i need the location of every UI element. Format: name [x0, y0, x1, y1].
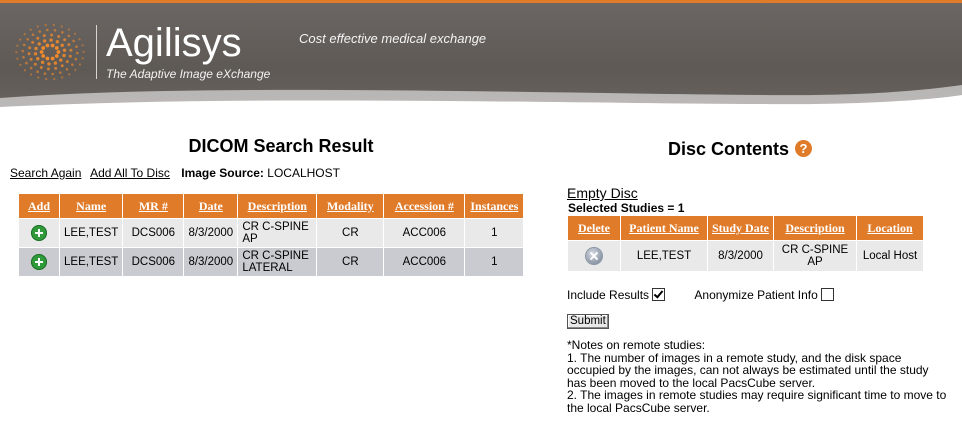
cell-date: 8/3/2000 — [184, 248, 238, 276]
cell-disc-description: CR C-SPINE AP — [774, 241, 857, 271]
logo-separator — [96, 25, 97, 79]
add-cell — [19, 248, 59, 276]
cell-description: CR C-SPINE LATERAL — [238, 248, 317, 276]
anonymize-label: Anonymize Patient Info — [694, 287, 818, 302]
add-icon[interactable] — [31, 254, 47, 270]
cell-description: CR C-SPINE AP — [238, 219, 317, 247]
image-source-label: Image Source: — [181, 166, 264, 180]
agilisys-logo-icon — [15, 23, 85, 81]
column-header-disc-description[interactable]: Description — [774, 216, 857, 240]
delete-icon[interactable] — [586, 248, 602, 264]
notes-heading: *Notes on remote studies: — [567, 338, 706, 352]
search-results-table: Add Name MR # Date Description Modality … — [18, 193, 525, 277]
cell-accession: ACC006 — [384, 219, 465, 247]
disc-contents-table: Delete Patient Name Study Date Descripti… — [567, 215, 925, 272]
cell-instances: 1 — [465, 248, 524, 276]
cell-name: LEE,TEST — [60, 219, 123, 247]
table-row: LEE,TEST DCS006 8/3/2000 CR C-SPINE AP C… — [19, 219, 524, 247]
anonymize-checkbox[interactable] — [820, 287, 834, 301]
include-results-option: Include Results — [567, 287, 666, 302]
cell-modality: CR — [317, 219, 384, 247]
header-slogan: Cost effective medical exchange — [299, 31, 487, 46]
cell-modality: CR — [317, 248, 384, 276]
column-header-date[interactable]: Date — [184, 194, 238, 218]
column-header-study-date[interactable]: Study Date — [708, 216, 774, 240]
cell-instances: 1 — [465, 219, 524, 247]
help-icon[interactable]: ? — [795, 140, 812, 157]
column-header-accession[interactable]: Accession # — [384, 194, 465, 218]
empty-disc-link[interactable]: Empty Disc — [567, 185, 638, 201]
column-header-instances[interactable]: Instances — [465, 194, 524, 218]
cell-location: Local Host — [857, 241, 924, 271]
add-all-to-disc-link[interactable]: Add All To Disc — [90, 166, 170, 180]
add-icon[interactable] — [31, 225, 47, 241]
search-again-link[interactable]: Search Again — [10, 166, 81, 180]
delete-cell — [568, 241, 620, 271]
search-result-title: DICOM Search Result — [188, 136, 374, 156]
anonymize-option: Anonymize Patient Info — [694, 287, 834, 302]
include-results-label: Include Results — [567, 287, 650, 302]
column-header-mr[interactable]: MR # — [123, 194, 184, 218]
cell-name: LEE,TEST — [60, 248, 123, 276]
column-header-modality[interactable]: Modality — [317, 194, 384, 218]
brand-tagline: The Adaptive Image eXchange — [106, 67, 271, 81]
header-banner: Agilisys The Adaptive Image eXchange Cos… — [0, 3, 962, 115]
cell-patient-name: LEE,TEST — [621, 241, 707, 271]
column-header-location[interactable]: Location — [857, 216, 924, 240]
submit-button[interactable]: Submit — [567, 314, 609, 329]
cell-date: 8/3/2000 — [184, 219, 238, 247]
disc-contents-title: Disc Contents — [668, 139, 790, 159]
cell-accession: ACC006 — [384, 248, 465, 276]
column-header-add: Add — [19, 194, 59, 218]
cell-mr: DCS006 — [123, 219, 184, 247]
column-header-description[interactable]: Description — [238, 194, 317, 218]
disc-contents-table-container: Delete Patient Name Study Date Descripti… — [567, 215, 925, 272]
column-header-name[interactable]: Name — [60, 194, 123, 218]
include-results-checkbox[interactable] — [652, 287, 666, 301]
column-header-patient-name[interactable]: Patient Name — [621, 216, 707, 240]
notes-item: 1. The number of images in a remote stud… — [567, 350, 929, 390]
brand-name: Agilisys — [106, 21, 242, 65]
column-header-delete: Delete — [568, 216, 620, 240]
image-source-value: LOCALHOST — [267, 166, 340, 180]
disc-options: Include Results Anonymize Patient Info — [567, 287, 834, 302]
table-row: LEE,TEST 8/3/2000 CR C-SPINE AP Local Ho… — [568, 241, 924, 271]
cell-study-date: 8/3/2000 — [708, 241, 774, 271]
add-cell — [19, 219, 59, 247]
notes-item: 2. The images in remote studies may requ… — [567, 388, 947, 415]
search-results-table-container: Add Name MR # Date Description Modality … — [18, 193, 548, 277]
selected-studies-count: Selected Studies = 1 — [568, 201, 685, 215]
search-actions: Search Again Add All To Disc Image Sourc… — [10, 166, 340, 180]
cell-mr: DCS006 — [123, 248, 184, 276]
table-row: LEE,TEST DCS006 8/3/2000 CR C-SPINE LATE… — [19, 248, 524, 276]
remote-study-notes: *Notes on remote studies: 1. The number … — [567, 339, 947, 414]
